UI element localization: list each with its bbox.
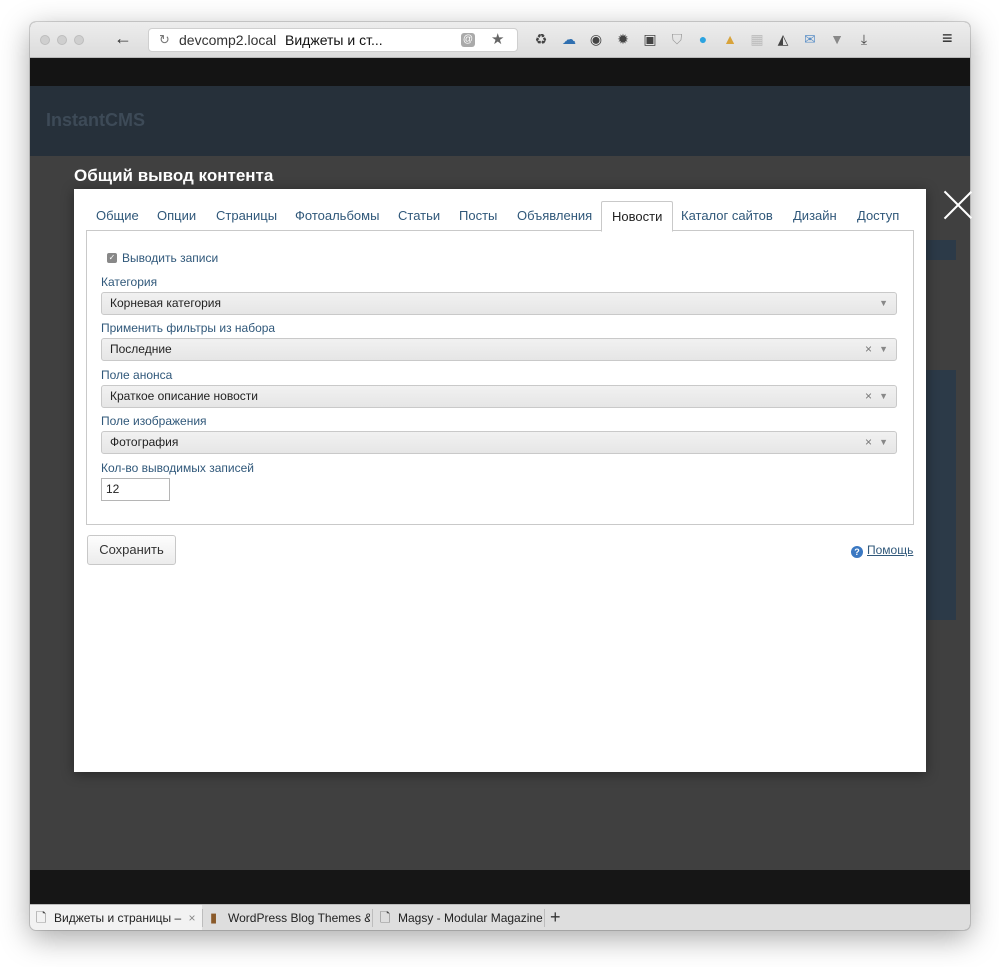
- show-records-checkbox[interactable]: ✓: [107, 253, 117, 263]
- filters-select[interactable]: Последние × ▼: [101, 338, 897, 361]
- url-page-title: Виджеты и ст...: [285, 32, 383, 48]
- mail-extension-icon[interactable]: ✉: [801, 30, 819, 48]
- tab-access[interactable]: Доступ: [847, 201, 909, 231]
- chevron-down-icon[interactable]: ▼: [879, 293, 888, 314]
- tab-separator: [372, 909, 373, 927]
- tab-separator: [202, 909, 203, 927]
- help-link-label[interactable]: Помощь: [867, 543, 913, 557]
- shield-extension-icon[interactable]: ⛉: [668, 30, 686, 48]
- image-label: Поле изображения: [101, 414, 207, 428]
- chevron-down-icon[interactable]: ▼: [879, 386, 888, 407]
- address-bar[interactable]: ↻ devcomp2.local Виджеты и ст... @ ★: [148, 28, 518, 52]
- browser-tab-strip: 🗋 Виджеты и страницы – × ▮ WordPress Blo…: [30, 904, 970, 930]
- browser-tab-label: Виджеты и страницы –: [54, 911, 182, 925]
- count-label: Кол-во выводимых записей: [101, 461, 254, 475]
- category-value: Корневая категория: [110, 296, 222, 310]
- chart-extension-icon[interactable]: ▲: [721, 30, 739, 48]
- modal-close-icon[interactable]: [942, 188, 974, 220]
- clear-icon[interactable]: ×: [865, 339, 872, 360]
- recycle-extension-icon[interactable]: ♻: [532, 30, 550, 48]
- window-minimize-dot[interactable]: [57, 35, 67, 45]
- announce-label: Поле анонса: [101, 368, 173, 382]
- browser-tab[interactable]: ▮ WordPress Blog Themes &: [204, 905, 370, 930]
- modal-tabs: Общие Опции Страницы Фотоальбомы Статьи …: [86, 201, 914, 232]
- chevron-down-icon[interactable]: ▼: [879, 432, 888, 453]
- filters-label: Применить фильтры из набора: [101, 321, 276, 335]
- url-host: devcomp2.local: [179, 32, 277, 48]
- tab-photoalbums[interactable]: Фотоальбомы: [285, 201, 389, 231]
- save-button[interactable]: Сохранить: [87, 535, 176, 565]
- browser-toolbar: ← ↻ devcomp2.local Виджеты и ст... @ ★ ♻…: [30, 22, 970, 58]
- eye-extension-icon[interactable]: ◉: [587, 30, 605, 48]
- cloud-extension-icon[interactable]: ☁: [560, 30, 578, 48]
- tab-general[interactable]: Общие: [86, 201, 149, 231]
- browser-tab-label: Magsy - Modular Magazine: [398, 911, 543, 925]
- triangle-extension-icon[interactable]: ◭: [774, 30, 792, 48]
- browser-tab[interactable]: 🗋 Виджеты и страницы – ×: [30, 905, 202, 930]
- bg-block: [926, 370, 956, 620]
- tab-ads[interactable]: Объявления: [507, 201, 602, 231]
- clear-icon[interactable]: ×: [865, 432, 872, 453]
- modal-title: Общий вывод контента: [74, 166, 274, 185]
- news-tab-panel: ✓ Выводить записи Категория Корневая кат…: [86, 230, 914, 525]
- help-link[interactable]: ? Помощь: [851, 543, 913, 558]
- category-label: Категория: [101, 275, 158, 289]
- tab-options[interactable]: Опции: [147, 201, 206, 231]
- image-select[interactable]: Фотография × ▼: [101, 431, 897, 454]
- chevron-down-icon[interactable]: ▼: [879, 339, 888, 360]
- back-arrow-icon[interactable]: ←: [114, 28, 132, 49]
- site-settings-icon[interactable]: @: [461, 33, 475, 47]
- bookmark-star-icon[interactable]: ★: [491, 29, 504, 51]
- clear-icon[interactable]: ×: [865, 386, 872, 407]
- download-icon[interactable]: ⤓: [855, 30, 873, 48]
- announce-select[interactable]: Краткое описание новости × ▼: [101, 385, 897, 408]
- jb-extension-icon[interactable]: ▣: [641, 30, 659, 48]
- browser-tab-label: WordPress Blog Themes &: [228, 911, 370, 925]
- favicon-icon: ▮: [210, 910, 218, 925]
- tab-pages[interactable]: Страницы: [206, 201, 287, 231]
- widget-settings-modal: Общие Опции Страницы Фотоальбомы Статьи …: [74, 189, 926, 772]
- page-header: InstantCMS: [30, 86, 970, 156]
- filters-value: Последние: [110, 342, 172, 356]
- site-logo: InstantCMS: [46, 110, 145, 130]
- announce-value: Краткое описание новости: [110, 389, 258, 403]
- hamburger-menu-icon[interactable]: ≡: [942, 28, 953, 49]
- new-tab-icon[interactable]: +: [550, 905, 561, 929]
- bg-block: [926, 240, 956, 260]
- close-tab-icon[interactable]: ×: [189, 911, 196, 925]
- page-topbar: [30, 58, 970, 86]
- grid-extension-icon[interactable]: ▦: [748, 30, 766, 48]
- show-records-label: Выводить записи: [122, 251, 219, 265]
- tab-news[interactable]: Новости: [601, 201, 674, 232]
- blue-circle-extension-icon[interactable]: ●: [694, 30, 712, 48]
- tab-separator: [544, 909, 545, 927]
- document-icon: 🗋: [36, 910, 47, 925]
- reload-icon[interactable]: ↻: [159, 29, 170, 51]
- gear-extension-icon[interactable]: ✹: [614, 30, 632, 48]
- window-close-dot[interactable]: [40, 35, 50, 45]
- document-icon: 🗋: [380, 910, 391, 925]
- tab-design[interactable]: Дизайн: [783, 201, 847, 231]
- page-footer: [30, 870, 970, 904]
- tab-site-catalog[interactable]: Каталог сайтов: [671, 201, 783, 231]
- image-value: Фотография: [110, 435, 179, 449]
- tab-articles[interactable]: Статьи: [388, 201, 450, 231]
- tab-posts[interactable]: Посты: [449, 201, 507, 231]
- count-input[interactable]: 12: [101, 478, 170, 501]
- help-icon: ?: [851, 546, 863, 558]
- window-zoom-dot[interactable]: [74, 35, 84, 45]
- category-select[interactable]: Корневая категория ▼: [101, 292, 897, 315]
- v-extension-icon[interactable]: ▼: [828, 30, 846, 48]
- browser-tab[interactable]: 🗋 Magsy - Modular Magazine: [374, 905, 544, 930]
